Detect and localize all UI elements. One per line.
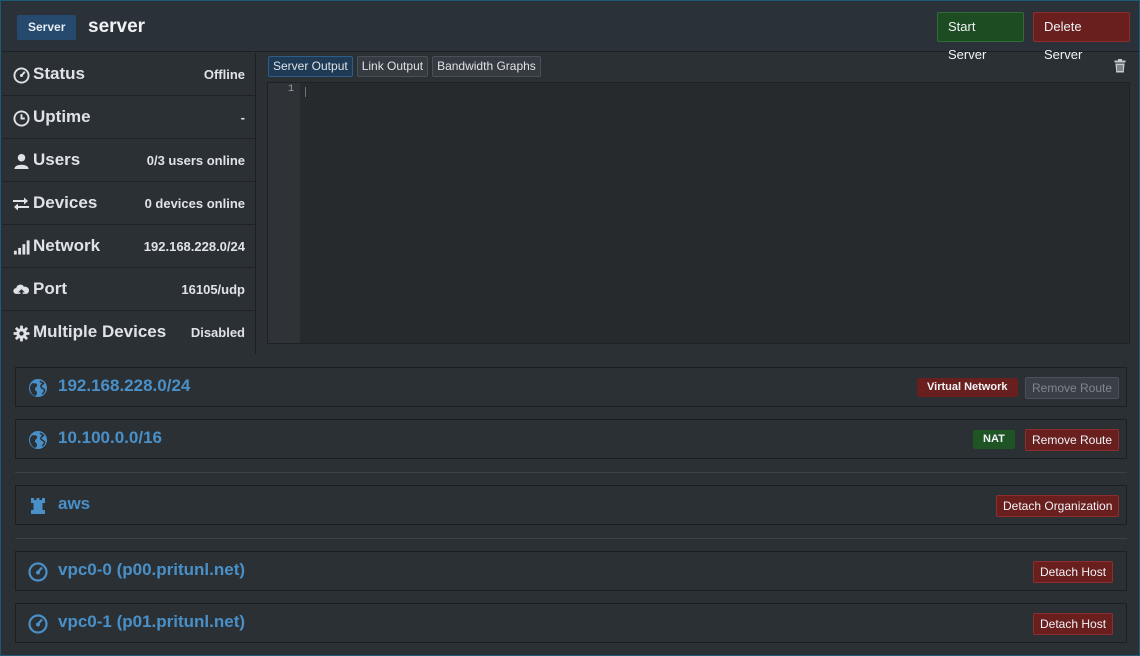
- stat-label: Status: [33, 64, 85, 83]
- user-icon: [11, 151, 31, 171]
- detach-organization-button[interactable]: Detach Organization: [996, 495, 1120, 517]
- detach-host-button[interactable]: Detach Host: [1033, 613, 1114, 635]
- stat-devices: Devices 0 devices online: [2, 182, 256, 225]
- tab-link-output[interactable]: Link Output: [356, 56, 429, 77]
- detach-host-button[interactable]: Detach Host: [1033, 561, 1114, 583]
- stat-value: 16105/udp: [181, 282, 245, 297]
- server-header: Server server Start Server Delete Server: [2, 2, 1139, 62]
- clock-icon: [11, 108, 31, 128]
- route-network: 192.168.228.0/24: [58, 376, 191, 395]
- delete-server-button[interactable]: Delete Server: [1033, 12, 1130, 62]
- stat-status: Status Offline: [2, 53, 256, 96]
- castle-icon: [28, 496, 48, 516]
- organization-item: aws Detach Organization: [15, 485, 1127, 525]
- stat-port: Port 16105/udp: [2, 268, 256, 311]
- gear-icon: [11, 323, 31, 343]
- text-cursor: [305, 87, 306, 97]
- stat-label: Port: [33, 279, 67, 298]
- line-number: 1: [287, 84, 294, 95]
- dashboard-icon: [11, 65, 31, 85]
- cloud-upload-icon: [11, 280, 31, 300]
- stat-uptime: Uptime -: [2, 96, 256, 139]
- server-panel: Server server Start Server Delete Server…: [0, 0, 1140, 656]
- host-name: vpc0-1 (p01.pritunl.net): [58, 612, 246, 631]
- stat-network: Network 192.168.228.0/24: [2, 225, 256, 268]
- organization-name: aws: [58, 494, 91, 513]
- stat-value: 0 devices online: [144, 196, 245, 211]
- stat-multiple-devices: Multiple Devices Disabled: [2, 311, 256, 354]
- server-stats: Status Offline Uptime - Users 0/3 users …: [2, 53, 256, 354]
- stat-value: 0/3 users online: [146, 153, 245, 168]
- tab-bandwidth-graphs[interactable]: Bandwidth Graphs: [432, 56, 541, 77]
- section-divider: [15, 538, 1127, 539]
- trash-icon[interactable]: [1114, 59, 1128, 74]
- stat-value: 192.168.228.0/24: [143, 239, 245, 254]
- nat-badge: NAT: [973, 430, 1015, 449]
- stat-label: Devices: [33, 193, 98, 212]
- route-network: 10.100.0.0/16: [58, 428, 162, 447]
- line-gutter: 1: [268, 83, 300, 343]
- server-output-editor[interactable]: 1: [267, 82, 1130, 344]
- host-item: vpc0-0 (p00.pritunl.net) Detach Host: [15, 551, 1127, 591]
- remove-route-button[interactable]: Remove Route: [1025, 429, 1120, 451]
- section-divider: [15, 472, 1127, 473]
- server-name: server: [88, 16, 146, 37]
- route-item: 192.168.228.0/24 Virtual Network Remove …: [15, 367, 1127, 407]
- host-name: vpc0-0 (p00.pritunl.net): [58, 560, 246, 579]
- stat-value: -: [240, 110, 245, 125]
- stat-value: Disabled: [190, 325, 245, 340]
- signal-icon: [11, 237, 31, 257]
- stat-label: Network: [33, 236, 101, 255]
- start-server-button[interactable]: Start Server: [937, 12, 1024, 62]
- globe-icon: [28, 378, 48, 398]
- tab-server-output[interactable]: Server Output: [268, 56, 353, 77]
- stat-label: Multiple Devices: [33, 322, 167, 341]
- remove-route-button[interactable]: Remove Route: [1025, 377, 1120, 399]
- host-item: vpc0-1 (p01.pritunl.net) Detach Host: [15, 603, 1127, 643]
- route-item: 10.100.0.0/16 NAT Remove Route: [15, 419, 1127, 459]
- stat-value: Offline: [203, 67, 245, 82]
- stat-users: Users 0/3 users online: [2, 139, 256, 182]
- dashboard-icon: [28, 562, 48, 582]
- stat-label: Users: [33, 150, 81, 169]
- dashboard-icon: [28, 614, 48, 634]
- globe-icon: [28, 430, 48, 450]
- stat-label: Uptime: [33, 107, 91, 126]
- server-badge: Server: [17, 15, 77, 40]
- virtual-network-badge: Virtual Network: [917, 378, 1018, 397]
- output-tabs: Server Output Link Output Bandwidth Grap…: [268, 56, 541, 78]
- transfer-icon: [11, 194, 31, 214]
